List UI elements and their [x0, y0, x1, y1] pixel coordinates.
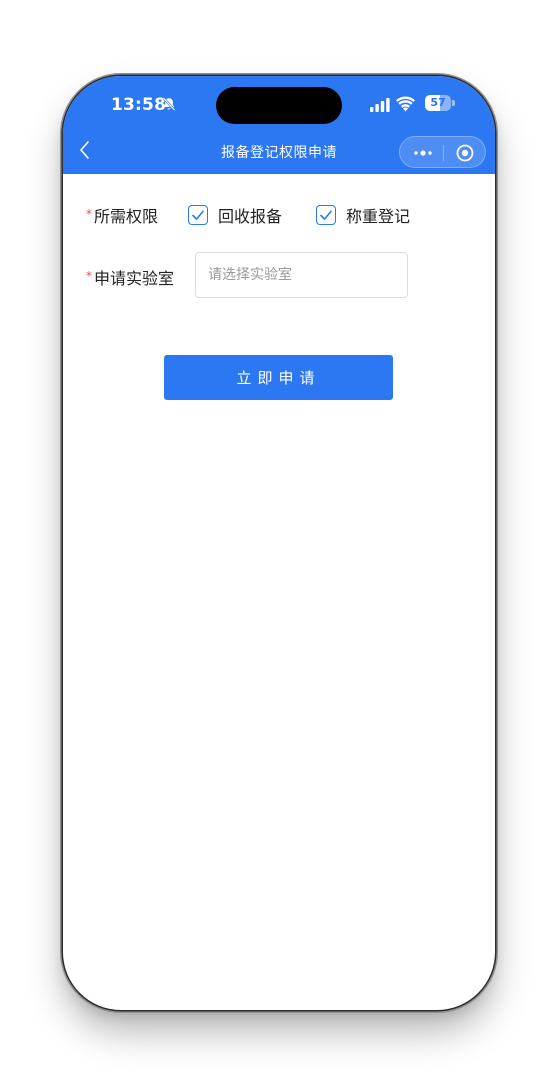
- checkbox-weighing-register-label: 称重登记: [346, 207, 411, 226]
- battery-icon: 57: [425, 95, 455, 111]
- wifi-icon: [396, 96, 415, 112]
- required-mark: *: [86, 207, 92, 221]
- submit-button[interactable]: 立即申请: [164, 355, 393, 400]
- checkbox-weighing-register[interactable]: 称重登记: [316, 203, 410, 227]
- lab-select-input[interactable]: [195, 252, 408, 298]
- check-icon: [320, 210, 332, 220]
- battery-level: 57: [430, 96, 446, 109]
- checkbox-weighing-register-box[interactable]: [316, 205, 336, 225]
- required-mark: *: [86, 269, 92, 283]
- miniprogram-capsule: [399, 136, 486, 168]
- phone-frame: 13:58 57 报备登记权限申请 * 所需权限 回收报备 称重登记 * 申请实…: [63, 76, 495, 1010]
- lab-label: 申请实验室: [94, 269, 175, 288]
- status-time: 13:58: [111, 95, 167, 115]
- target-circle-icon[interactable]: [455, 143, 475, 163]
- more-dots-icon[interactable]: [412, 147, 434, 159]
- checkbox-recycle-report-label: 回收报备: [218, 207, 283, 226]
- check-icon: [192, 210, 204, 220]
- checkbox-recycle-report[interactable]: 回收报备: [188, 203, 282, 227]
- signal-icon: [370, 98, 390, 112]
- checkbox-recycle-report-box[interactable]: [188, 205, 208, 225]
- screenshot-stage: 13:58 57 报备登记权限申请 * 所需权限 回收报备 称重登记 * 申请实…: [0, 0, 558, 1090]
- bell-slash-icon: [162, 97, 176, 111]
- permissions-label: 所需权限: [94, 207, 159, 226]
- dynamic-island: [216, 87, 342, 124]
- app-header: 13:58 57 报备登记权限申请: [63, 76, 495, 174]
